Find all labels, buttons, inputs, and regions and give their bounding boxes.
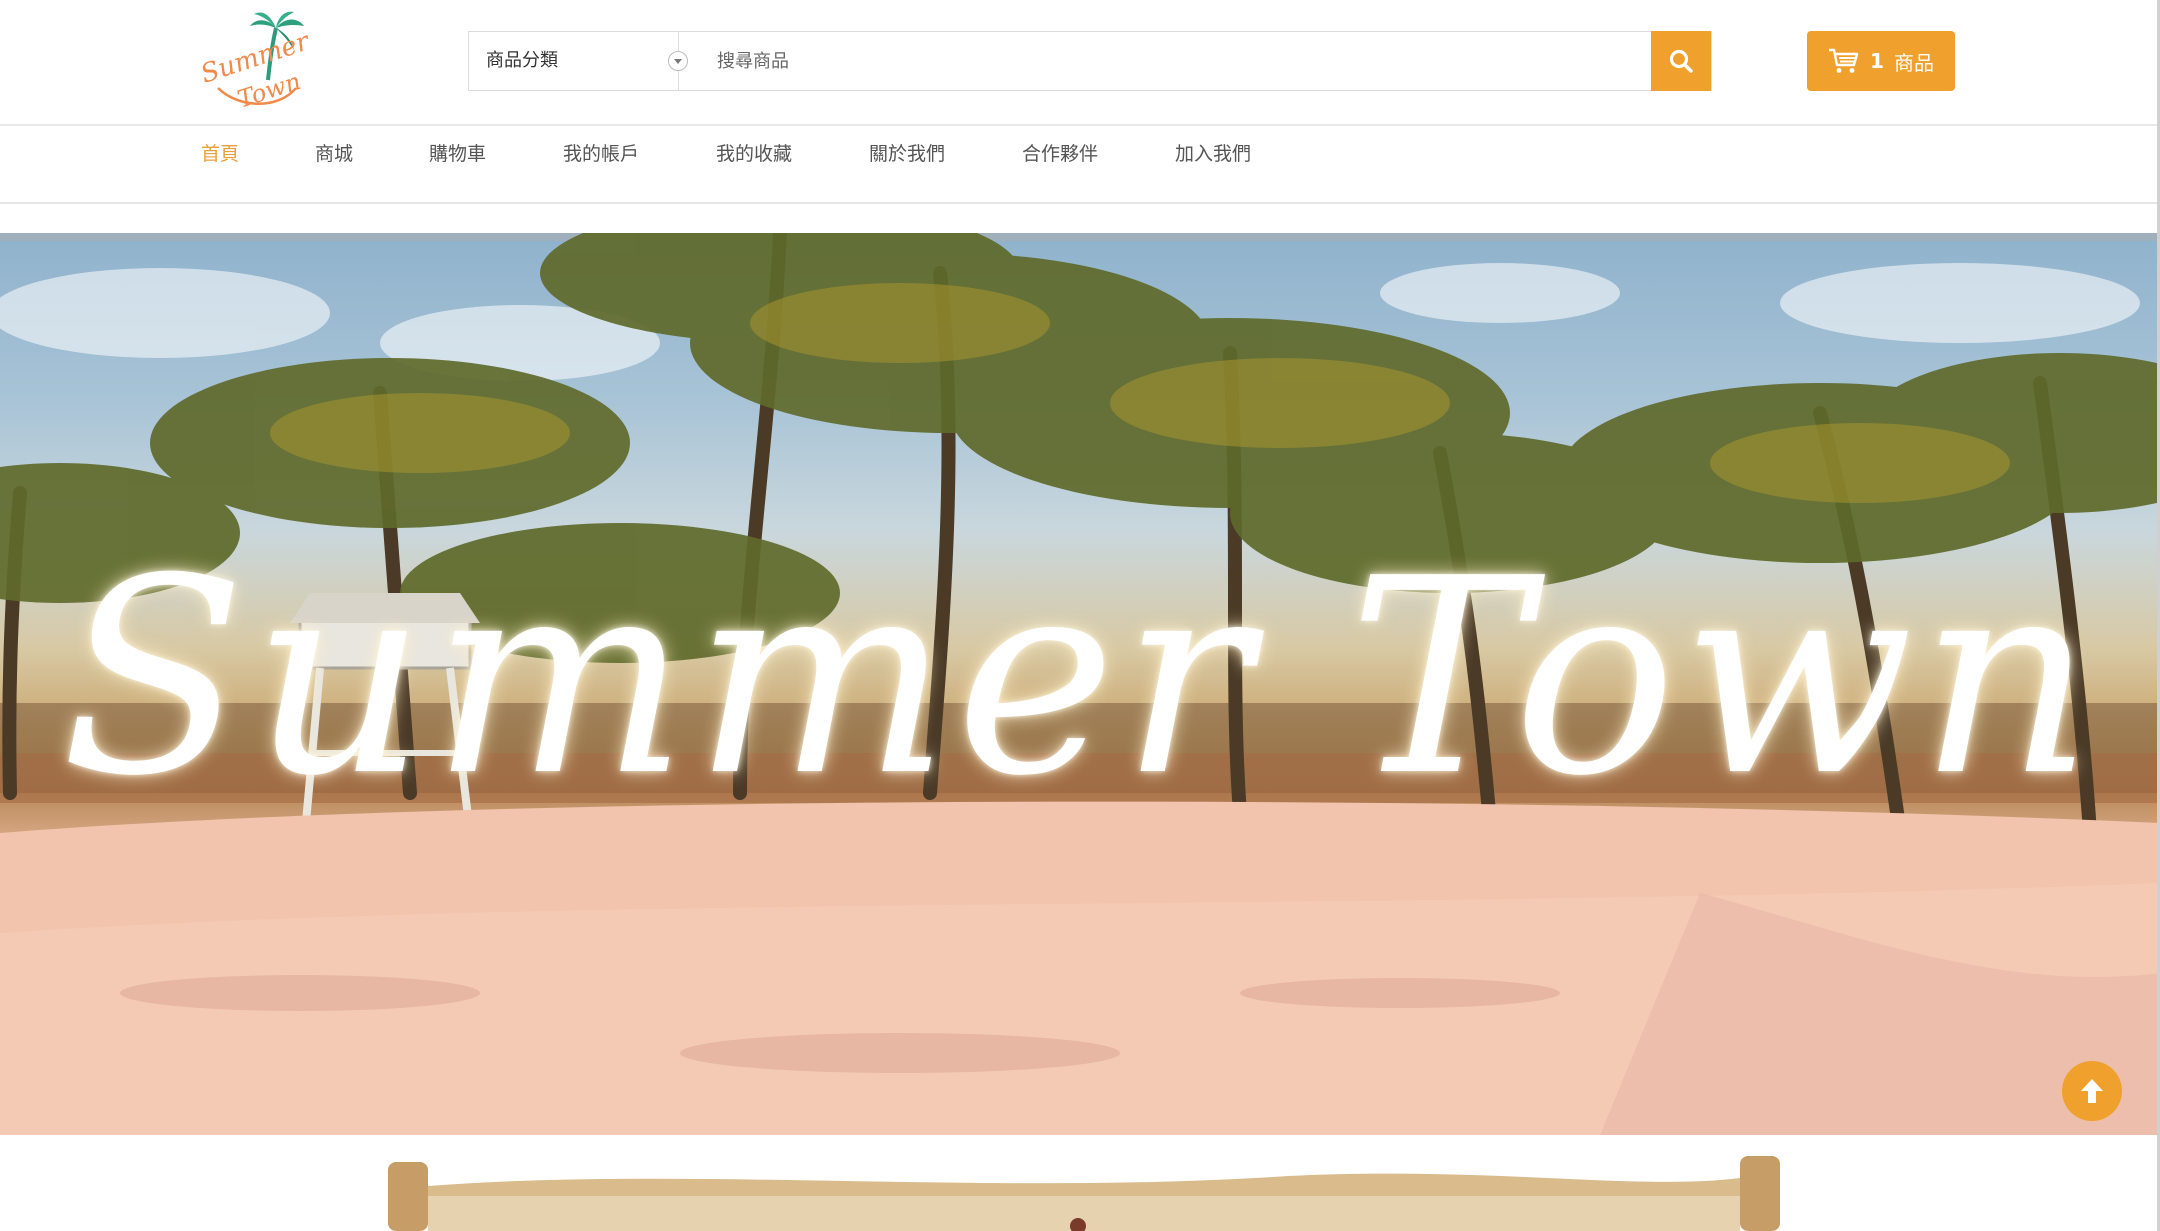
main-nav: 首頁 商城 購物車 我的帳戶 我的收藏 關於我們 合作夥伴 加入我們 xyxy=(0,126,2160,204)
search-button[interactable] xyxy=(1651,31,1711,91)
category-select[interactable]: 商品分類 xyxy=(469,32,688,90)
parchment-banner xyxy=(388,1156,1780,1231)
category-select-label: 商品分類 xyxy=(486,50,558,71)
nav-item-home[interactable]: 首頁 xyxy=(201,126,239,182)
cart-count: 1 xyxy=(1870,49,1884,73)
hero-title: Summer Town xyxy=(60,520,2100,835)
nav-item-join[interactable]: 加入我們 xyxy=(1175,126,1251,182)
nav-item-cart[interactable]: 購物車 xyxy=(429,126,486,182)
hero-banner: Summer Town xyxy=(0,233,2160,1135)
cart-label: 商品 xyxy=(1893,50,1934,75)
chevron-down-icon[interactable] xyxy=(668,51,688,71)
nav-item-account[interactable]: 我的帳戶 xyxy=(563,126,639,182)
arrow-up-icon xyxy=(2081,1079,2103,1103)
search-bar: 商品分類 xyxy=(468,31,1712,91)
search-input[interactable] xyxy=(701,32,1633,90)
nav-item-favorites[interactable]: 我的收藏 xyxy=(716,126,792,182)
scroll-top-button[interactable] xyxy=(2062,1061,2122,1121)
cart-button[interactable]: 1 商品 xyxy=(1807,31,1955,91)
cart-icon xyxy=(1829,48,1859,73)
search-icon xyxy=(1669,49,1693,73)
nav-item-shop[interactable]: 商城 xyxy=(315,126,353,182)
site-header: Summer Town 商品分類 1 商品 xyxy=(0,0,2160,126)
summer-town-logo[interactable]: Summer Town xyxy=(198,10,310,120)
nav-item-partners[interactable]: 合作夥伴 xyxy=(1022,126,1098,182)
nav-item-about[interactable]: 關於我們 xyxy=(869,126,945,182)
